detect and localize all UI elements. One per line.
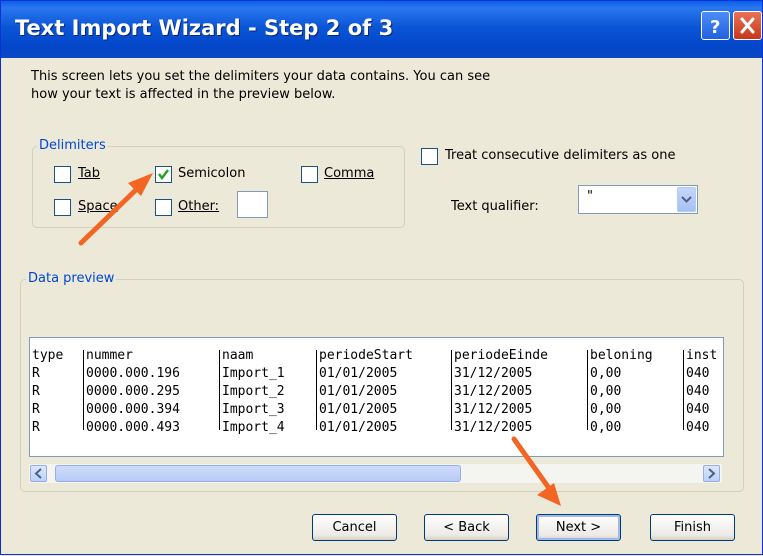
close-button[interactable] — [733, 11, 762, 40]
preview-cell: 01/01/2005 — [319, 366, 398, 381]
preview-cell: 0,00 — [590, 420, 622, 435]
chevron-down-icon — [681, 196, 692, 203]
semicolon-label: Semicolon — [178, 166, 246, 181]
preview-cell: 040 — [686, 402, 710, 417]
preview-cell: 0000.000.196 — [86, 366, 180, 381]
back-button[interactable]: < Back — [424, 514, 509, 541]
comma-label-text: Comma — [324, 166, 375, 181]
svg-text:?: ? — [710, 17, 720, 38]
preview-header-cell: inst — [686, 348, 718, 363]
scroll-left-button[interactable] — [30, 465, 47, 482]
delimiters-label: Delimiters — [37, 138, 108, 153]
preview-cell: R — [32, 384, 40, 399]
preview-header-cell: type — [32, 348, 64, 363]
preview-cell: Import_2 — [222, 384, 285, 399]
preview-cell: 0,00 — [590, 402, 622, 417]
preview-cell: R — [32, 420, 40, 435]
preview-header-cell: naam — [222, 348, 254, 363]
column-separator[interactable] — [219, 350, 220, 430]
preview-cell: 040 — [686, 420, 710, 435]
column-separator[interactable] — [451, 350, 452, 430]
text-qualifier-select[interactable]: " — [578, 185, 698, 214]
close-icon — [740, 17, 755, 34]
preview-cell: 040 — [686, 384, 710, 399]
horizontal-scroll-thumb[interactable] — [55, 465, 461, 482]
preview-cell: 0000.000.394 — [86, 402, 180, 417]
preview-header-cell: nummer — [86, 348, 133, 363]
column-separator[interactable] — [316, 350, 317, 430]
preview-cell: Import_3 — [222, 402, 285, 417]
space-label-text: Space — [78, 199, 118, 214]
space-label: Space — [78, 199, 118, 214]
tab-label-text: Tab — [78, 166, 101, 181]
preview-header-cell: periodeStart — [319, 348, 413, 363]
preview-cell: 040 — [686, 366, 710, 381]
cancel-button[interactable]: Cancel — [312, 514, 397, 541]
column-separator[interactable] — [683, 350, 684, 430]
semicolon-checkbox[interactable] — [155, 166, 172, 183]
treat-consecutive-label: Treat consecutive delimiters as one — [445, 148, 676, 163]
preview-cell: R — [32, 366, 40, 381]
chevron-right-icon — [708, 468, 716, 479]
question-mark-icon: ? — [710, 17, 720, 38]
other-delimiter-input[interactable] — [237, 191, 268, 218]
preview-cell: 0000.000.493 — [86, 420, 180, 435]
tab-checkbox[interactable] — [54, 166, 71, 183]
horizontal-scrollbar[interactable] — [29, 464, 722, 483]
preview-header-cell: beloning — [590, 348, 653, 363]
preview-cell: 01/01/2005 — [319, 420, 398, 435]
preview-cell: 0,00 — [590, 366, 622, 381]
preview-cell: 0000.000.295 — [86, 384, 180, 399]
text-qualifier-label: Text qualifier: — [451, 199, 539, 214]
dialog-window: Text Import Wizard - Step 2 of 3 ? This … — [0, 0, 763, 555]
chevron-left-icon — [34, 468, 42, 479]
preview-cell: 31/12/2005 — [454, 366, 533, 381]
other-label: Other: — [178, 199, 219, 214]
finish-button[interactable]: Finish — [650, 514, 735, 541]
space-checkbox[interactable] — [54, 199, 71, 216]
preview-cell: Import_1 — [222, 366, 285, 381]
title-bar[interactable]: Text Import Wizard - Step 2 of 3 ? — [1, 1, 762, 58]
intro-text: This screen lets you set the delimiters … — [31, 69, 491, 102]
preview-cell: Import_4 — [222, 420, 285, 435]
preview-cell: 01/01/2005 — [319, 384, 398, 399]
data-preview-pane[interactable]: type nummer naam periodeStart periodeEin… — [29, 337, 724, 457]
help-button[interactable]: ? — [701, 11, 730, 40]
dropdown-button[interactable] — [677, 187, 696, 212]
checkmark-icon — [158, 169, 169, 180]
tab-label: Tab — [78, 166, 100, 181]
comma-label: Comma — [324, 166, 374, 181]
preview-cell: 31/12/2005 — [454, 384, 533, 399]
preview-cell: R — [32, 402, 40, 417]
preview-header-cell: periodeEinde — [454, 348, 548, 363]
data-preview-label: Data preview — [26, 271, 117, 286]
other-label-text: Other: — [178, 199, 220, 214]
comma-checkbox[interactable] — [301, 166, 318, 183]
scroll-right-button[interactable] — [703, 465, 720, 482]
preview-cell: 31/12/2005 — [454, 402, 533, 417]
delimiters-group — [32, 146, 405, 228]
window-title: Text Import Wizard - Step 2 of 3 — [15, 16, 394, 40]
column-separator[interactable] — [83, 350, 84, 430]
column-separator[interactable] — [587, 350, 588, 430]
preview-cell: 01/01/2005 — [319, 402, 398, 417]
treat-consecutive-checkbox[interactable] — [421, 148, 438, 165]
next-button[interactable]: Next > — [536, 514, 621, 541]
preview-cell: 31/12/2005 — [454, 420, 533, 435]
preview-cell: 0,00 — [590, 384, 622, 399]
other-checkbox[interactable] — [155, 199, 172, 216]
text-qualifier-value: " — [587, 189, 593, 204]
